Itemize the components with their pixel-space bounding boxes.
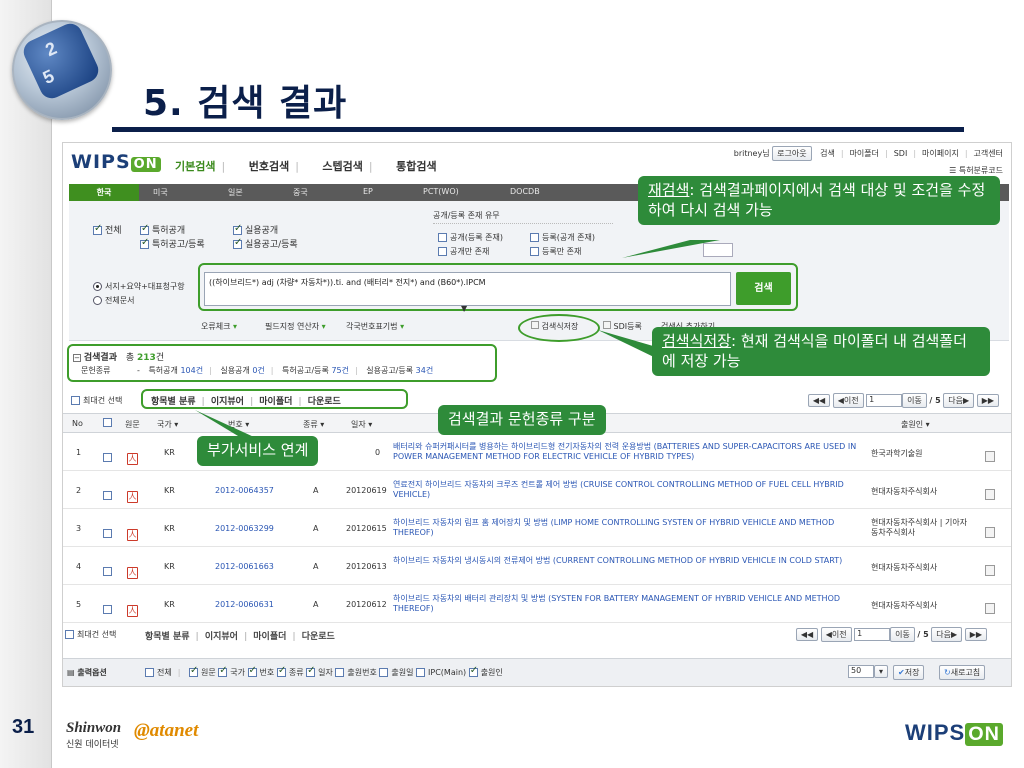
save-query-callout: 검색식저장: 현재 검색식을 마이폴더 내 검색폴더에 저장 가능	[652, 327, 990, 376]
callout-pointers	[195, 240, 720, 448]
requery-callout-body: : 검색결과페이지에서 검색 대상 및 조건을 수정하여 다시 검색 가능	[648, 181, 986, 219]
requery-pointer	[622, 240, 720, 258]
save-query-pointer	[598, 330, 660, 360]
doc-type-callout: 검색결과 문헌종류 구분	[438, 405, 606, 435]
extra-service-callout: 부가서비스 연계	[197, 436, 319, 466]
requery-callout: 재검색: 검색결과페이지에서 검색 대상 및 조건을 수정하여 다시 검색 가능	[638, 176, 1000, 225]
requery-callout-title: 재검색	[648, 181, 690, 199]
save-query-callout-title: 검색식저장	[662, 332, 732, 350]
